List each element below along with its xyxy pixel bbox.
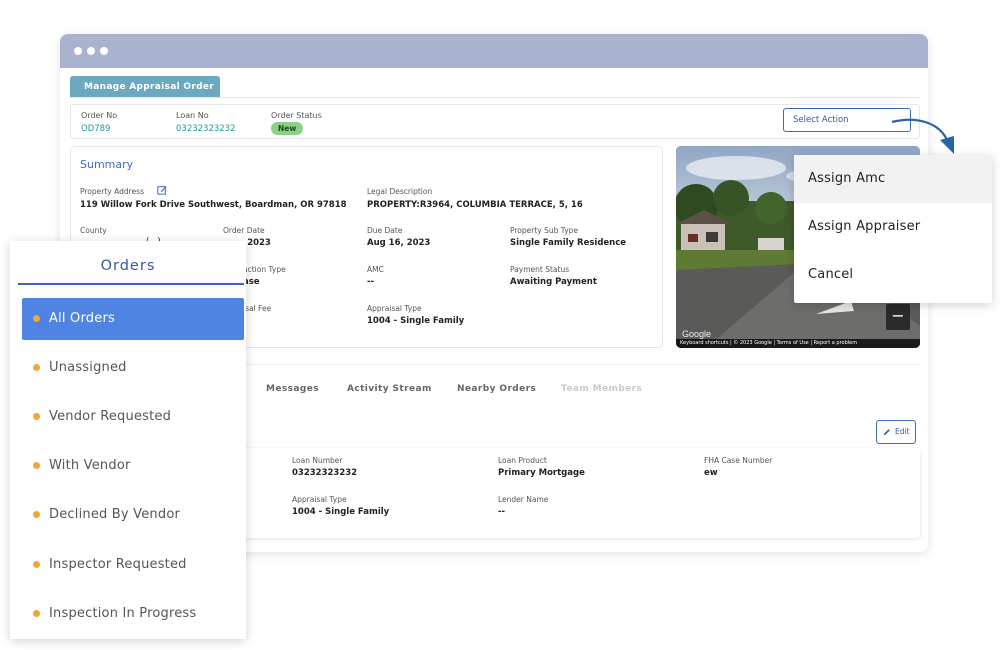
order-status-label: Order Status (271, 111, 322, 120)
tab-manage-appraisal-order[interactable]: Manage Appraisal Order (70, 76, 220, 98)
amc-value: -- (367, 277, 375, 287)
window-dot-icon (100, 47, 108, 55)
appraisal-type-label: Appraisal Type (367, 304, 422, 313)
status-dot-icon (33, 610, 40, 617)
orders-item-declined-by-vendor[interactable]: Declined By Vendor (22, 495, 244, 535)
tab-team-members[interactable]: Team Members (561, 384, 642, 394)
orders-title: Orders (100, 258, 156, 274)
status-dot-icon (33, 462, 40, 469)
legal-description-label: Legal Description (367, 187, 433, 196)
tab-activity-stream[interactable]: Activity Stream (347, 384, 432, 394)
orders-item-label: Vendor Requested (49, 409, 172, 424)
fha-case-number-label: FHA Case Number (704, 456, 773, 465)
window-dot-icon (87, 47, 95, 55)
google-logo: Google (682, 329, 712, 339)
property-address-value: 119 Willow Fork Drive Southwest, Boardma… (80, 200, 347, 210)
menu-item-assign-appraiser[interactable]: Assign Appraiser (794, 203, 992, 251)
orders-item-label: Inspector Requested (49, 557, 187, 572)
orders-item-with-vendor[interactable]: With Vendor (22, 446, 244, 486)
status-dot-icon (33, 413, 40, 420)
order-date-label: Order Date (223, 226, 265, 235)
pencil-icon (883, 429, 890, 436)
due-date-value: Aug 16, 2023 (367, 238, 431, 248)
edit-button[interactable]: Edit (876, 420, 916, 444)
property-sub-type-value: Single Family Residence (510, 238, 627, 248)
orders-item-label: Declined By Vendor (49, 507, 181, 522)
orders-item-label: Inspection In Progress (49, 606, 197, 621)
payment-status-label: Payment Status (510, 265, 570, 274)
tab-nearby-orders[interactable]: Nearby Orders (457, 384, 536, 394)
details-appraisal-type-label: Appraisal Type (292, 495, 347, 504)
fha-case-number-value: ew (704, 468, 718, 478)
orders-item-vendor-requested[interactable]: Vendor Requested (22, 397, 244, 437)
property-sub-type-label: Property Sub Type (510, 226, 579, 235)
orders-panel: Orders All Orders Unassigned Vendor Requ… (10, 241, 246, 639)
loan-no-link[interactable]: 03232323232 (176, 124, 236, 134)
orders-item-unassigned[interactable]: Unassigned (22, 348, 244, 388)
summary-title: Summary (80, 158, 134, 171)
tab-divider (70, 97, 920, 98)
map-footer: Keyboard shortcuts | © 2023 Google | Ter… (676, 339, 920, 348)
payment-status-value: Awaiting Payment (510, 277, 597, 287)
orders-item-inspection-in-progress[interactable]: Inspection In Progress (22, 594, 244, 634)
amc-label: AMC (367, 265, 384, 274)
loan-product-value: Primary Mortgage (498, 468, 585, 478)
status-dot-icon (33, 364, 40, 371)
order-no-link[interactable]: OD789 (81, 124, 110, 134)
loan-number-label: Loan Number (292, 456, 343, 465)
action-dropdown-menu: Assign Amc Assign Appraiser Cancel (794, 155, 992, 303)
tab-messages[interactable]: Messages (266, 384, 319, 394)
curved-arrow-icon (891, 118, 954, 154)
transaction-type-label: action Type (243, 265, 286, 274)
edit-button-label: Edit (895, 427, 910, 436)
loan-number-value: 03232323232 (292, 468, 358, 478)
stage: Manage Appraisal Order Order No OD789 Lo… (0, 0, 1000, 650)
orders-item-all-orders[interactable]: All Orders (22, 298, 244, 340)
edit-address-icon[interactable] (157, 185, 167, 195)
orders-item-label: All Orders (49, 311, 115, 326)
lender-name-value: -- (498, 507, 506, 517)
legal-description-value: PROPERTY:R3964, COLUMBIA TERRACE, 5, 16 (367, 200, 583, 210)
status-dot-icon (33, 315, 40, 322)
due-date-label: Due Date (367, 226, 403, 235)
orders-item-label: With Vendor (49, 458, 131, 473)
status-badge: New (271, 122, 304, 135)
appraisal-fee-label: isal Fee (243, 304, 272, 313)
zoom-out-button[interactable]: − (886, 304, 910, 330)
order-no-label: Order No (81, 111, 118, 120)
property-address-label: Property Address (80, 187, 144, 196)
orders-item-inspector-requested[interactable]: Inspector Requested (22, 545, 244, 585)
appraisal-type-value: 1004 - Single Family (367, 316, 465, 326)
details-appraisal-type-value: 1004 - Single Family (292, 507, 390, 517)
status-dot-icon (33, 561, 40, 568)
window-dot-icon (74, 47, 82, 55)
orders-title-underline (18, 283, 244, 285)
status-dot-icon (33, 511, 40, 518)
lender-name-label: Lender Name (498, 495, 549, 504)
menu-item-cancel[interactable]: Cancel (794, 251, 992, 299)
loan-no-label: Loan No (176, 111, 209, 120)
order-info-bar: Order No OD789 Loan No 03232323232 Order… (70, 104, 920, 139)
menu-item-assign-amc[interactable]: Assign Amc (794, 155, 992, 203)
county-label: County (80, 226, 107, 235)
orders-item-label: Unassigned (49, 360, 127, 375)
loan-product-label: Loan Product (498, 456, 547, 465)
window-titlebar (60, 34, 928, 68)
